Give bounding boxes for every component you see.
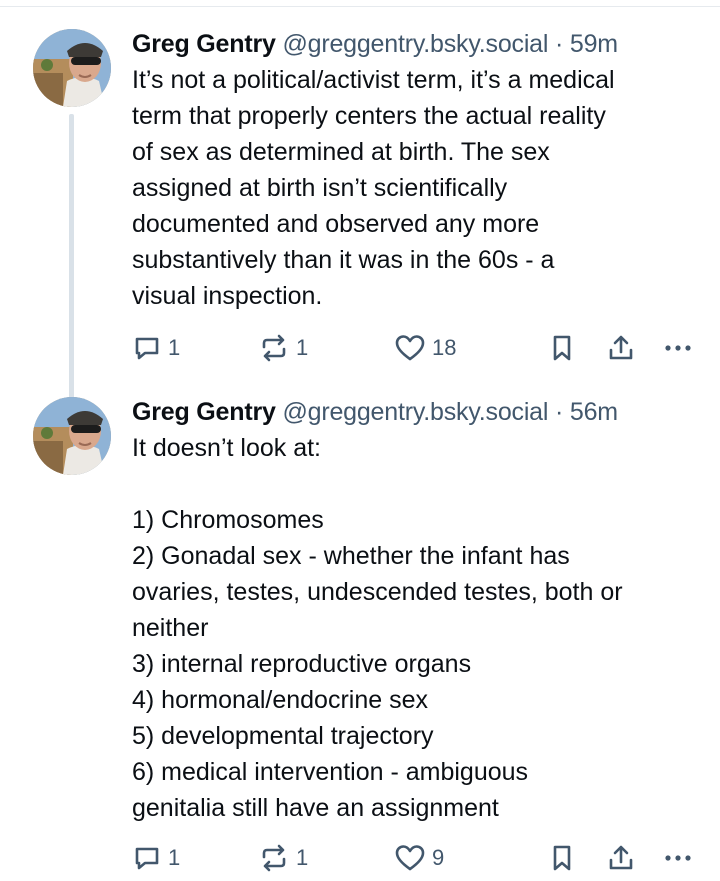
author-handle[interactable]: @greggentry.bsky.social: [282, 30, 548, 58]
repost-button[interactable]: 1: [258, 840, 308, 876]
bookmark-icon: [548, 333, 576, 363]
bookmark-icon: [548, 843, 576, 873]
author-name[interactable]: Greg Gentry: [132, 30, 276, 58]
post-text: It’s not a political/activist term, it’s…: [132, 66, 615, 310]
like-button[interactable]: 18: [394, 330, 456, 366]
repost-arrows-icon: [258, 843, 290, 873]
post-actions: 1 1 9: [132, 840, 702, 876]
like-count: 9: [432, 845, 445, 870]
like-button[interactable]: 9: [394, 840, 444, 876]
thread-connector-line: [69, 114, 74, 400]
post-header: Greg Gentry @greggentry.bsky.social · 59…: [132, 26, 712, 62]
post-header: Greg Gentry @greggentry.bsky.social · 56…: [132, 394, 712, 430]
heart-icon: [394, 843, 426, 873]
like-count: 18: [432, 335, 457, 360]
reply-button[interactable]: 1: [132, 330, 180, 366]
share-button[interactable]: [606, 840, 636, 876]
bookmark-button[interactable]: [548, 330, 576, 366]
repost-count: 1: [296, 335, 309, 360]
share-upload-icon: [606, 843, 636, 873]
repost-count: 1: [296, 845, 309, 870]
heart-icon: [394, 333, 426, 363]
more-dots-icon: [662, 333, 694, 363]
avatar[interactable]: [33, 29, 111, 107]
avatar[interactable]: [33, 397, 111, 475]
share-upload-icon: [606, 333, 636, 363]
more-options-button[interactable]: [662, 330, 694, 366]
bookmark-button[interactable]: [548, 840, 576, 876]
top-divider: [0, 6, 720, 7]
more-options-button[interactable]: [662, 840, 694, 876]
post[interactable]: Greg Gentry @greggentry.bsky.social · 59…: [0, 26, 720, 400]
reply-count: 1: [168, 335, 181, 360]
post-actions: 1 1 18: [132, 330, 702, 366]
reply-bubble-icon: [132, 333, 162, 363]
share-button[interactable]: [606, 330, 636, 366]
post[interactable]: Greg Gentry @greggentry.bsky.social · 56…: [0, 394, 720, 881]
reply-count: 1: [168, 845, 181, 870]
post-timestamp[interactable]: 56m: [570, 398, 618, 426]
post-text: It doesn’t look at: 1) Chromosomes 2) Go…: [132, 434, 623, 822]
more-dots-icon: [662, 843, 694, 873]
repost-button[interactable]: 1: [258, 330, 308, 366]
reply-bubble-icon: [132, 843, 162, 873]
reply-button[interactable]: 1: [132, 840, 180, 876]
author-handle[interactable]: @greggentry.bsky.social: [282, 398, 548, 426]
post-timestamp[interactable]: 59m: [570, 30, 618, 58]
header-separator: ·: [555, 398, 564, 426]
header-separator: ·: [555, 30, 564, 58]
repost-arrows-icon: [258, 333, 290, 363]
author-name[interactable]: Greg Gentry: [132, 398, 276, 426]
